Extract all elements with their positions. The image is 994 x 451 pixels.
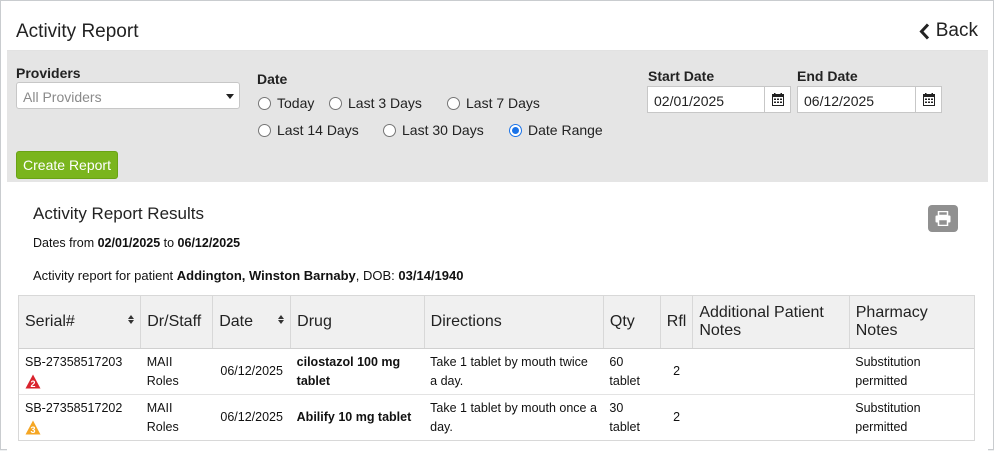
serial-number: SB-27358517203	[25, 354, 123, 369]
radio-last-7-days-indicator[interactable]	[447, 96, 460, 110]
patient-summary: Activity report for patient Addington, W…	[33, 268, 463, 283]
warning-badge-value: 2	[30, 379, 35, 389]
cell-date: 06/12/2025	[220, 363, 283, 378]
activity-report-panel: Activity Report Back Providers All Provi…	[7, 7, 988, 451]
warning-triangle-icon: 3	[25, 420, 41, 435]
cell-qty: 60 tablet	[609, 354, 640, 388]
cell-staff: MAII Roles	[140, 393, 213, 440]
column-header-drug: Drug	[290, 296, 425, 349]
radio-last-7-days[interactable]: Last 7 Days	[447, 95, 540, 111]
start-date-value[interactable]: 02/01/2025	[648, 87, 764, 112]
dates-mid: to	[160, 236, 178, 250]
end-date-field[interactable]: 06/12/2025	[797, 86, 942, 113]
radio-date-range-indicator[interactable]	[509, 123, 522, 137]
radio-last-3-days-label: Last 3 Days	[348, 95, 422, 111]
radio-last-7-days-label: Last 7 Days	[466, 95, 540, 111]
print-button[interactable]	[928, 205, 958, 232]
radio-last-3-days-indicator[interactable]	[329, 96, 342, 110]
cell-patient-notes	[692, 393, 850, 440]
dates-from: 02/01/2025	[97, 236, 161, 250]
cell-date: 06/12/2025	[212, 393, 291, 440]
start-date-calendar-button[interactable]	[764, 87, 790, 112]
chevron-left-icon	[919, 22, 929, 40]
page-title: Activity Report	[16, 21, 139, 42]
providers-label: Providers	[16, 65, 81, 81]
radio-last-14-days-label: Last 14 Days	[277, 122, 359, 138]
dob-prefix: , DOB:	[355, 268, 399, 283]
back-label: Back	[935, 20, 978, 41]
results-table: Serial# Dr/Staff Date Drug Directions Qt…	[19, 296, 974, 440]
results-title: Activity Report Results	[33, 204, 204, 223]
cell-rfl: 2	[660, 393, 693, 440]
results-table-container: Serial# Dr/Staff Date Drug Directions Qt…	[18, 295, 975, 441]
cell-pharmacy-notes: Substitution permitted	[855, 354, 921, 388]
window: Activity Report Back Providers All Provi…	[0, 0, 994, 451]
warning-badge-value: 3	[30, 425, 35, 435]
patient-name: Addington, Winston Barnaby	[176, 268, 356, 283]
sort-icon[interactable]	[128, 315, 135, 324]
create-report-button[interactable]: Create Report	[16, 151, 118, 179]
table-row[interactable]: SB-27358517202 3 MAII Roles 06/12/2025 A…	[19, 393, 974, 440]
column-header-serial-label: Serial#	[25, 312, 75, 330]
dates-to: 06/12/2025	[177, 236, 241, 250]
cell-directions: Take 1 tablet by mouth twice a day.	[430, 354, 588, 388]
column-header-rfl: Rfl	[660, 296, 694, 349]
dates-prefix: Dates from	[33, 236, 98, 250]
cell-qty: 30 tablet	[603, 393, 661, 440]
cell-staff: MAII Roles	[146, 354, 179, 388]
page-header: Activity Report Back	[7, 7, 988, 51]
radio-last-30-days-indicator[interactable]	[383, 123, 396, 137]
radio-last-14-days[interactable]: Last 14 Days	[258, 122, 359, 138]
end-date-label: End Date	[797, 68, 858, 84]
cell-rfl: 2	[673, 363, 681, 378]
radio-today[interactable]: Today	[258, 95, 314, 111]
cell-patient-notes	[693, 348, 849, 394]
radio-today-indicator[interactable]	[258, 96, 271, 110]
patient-dob: 03/14/1940	[398, 268, 464, 283]
column-header-qty: Qty	[603, 296, 661, 349]
caret-down-icon	[226, 94, 234, 99]
date-label: Date	[257, 71, 288, 87]
cell-drug: cilostazol 100 mg tablet	[296, 354, 401, 388]
results-section: Activity Report Results Dates from 02/01…	[7, 182, 988, 451]
filter-panel: Providers All Providers Date Today Last …	[7, 51, 988, 182]
column-header-pharmacy-notes: Pharmacy Notes	[849, 296, 974, 349]
start-date-field[interactable]: 02/01/2025	[647, 86, 791, 113]
table-row[interactable]: SB-27358517203 2 MAII Roles 06/12/2025 c…	[19, 348, 974, 394]
calendar-icon	[771, 93, 784, 106]
calendar-icon	[922, 93, 935, 106]
radio-last-14-days-indicator[interactable]	[258, 123, 271, 137]
column-header-dr-staff: Dr/Staff	[140, 296, 214, 349]
patient-prefix: Activity report for patient	[33, 268, 177, 283]
column-header-date-label: Date	[219, 312, 253, 330]
column-header-directions: Directions	[424, 296, 604, 349]
radio-last-3-days[interactable]: Last 3 Days	[329, 95, 422, 111]
radio-last-30-days-label: Last 30 Days	[402, 122, 484, 138]
serial-number: SB-27358517202	[25, 400, 123, 415]
start-date-label: Start Date	[648, 68, 715, 84]
providers-select[interactable]: All Providers	[16, 82, 240, 109]
end-date-calendar-button[interactable]	[915, 87, 941, 112]
cell-serial: SB-27358517203 2	[19, 348, 141, 394]
column-header-additional-patient-notes: Additional Patient Notes	[692, 296, 850, 349]
warning-triangle-icon: 2	[25, 374, 41, 389]
table-header-row: Serial# Dr/Staff Date Drug Directions Qt…	[19, 296, 974, 349]
cell-directions: Take 1 tablet by mouth once a day.	[424, 393, 604, 440]
cell-drug: Abilify 10 mg tablet	[290, 393, 425, 440]
cell-serial: SB-27358517202 3	[19, 393, 141, 440]
radio-date-range-label: Date Range	[528, 122, 603, 138]
print-icon	[935, 211, 951, 226]
radio-date-range[interactable]: Date Range	[509, 122, 603, 138]
date-range-summary: Dates from 02/01/2025 to 06/12/2025	[33, 236, 240, 250]
providers-select-value: All Providers	[23, 89, 102, 105]
cell-pharmacy-notes: Substitution permitted	[849, 393, 974, 440]
radio-last-30-days[interactable]: Last 30 Days	[383, 122, 484, 138]
column-header-serial[interactable]: Serial#	[19, 296, 142, 349]
sort-icon[interactable]	[278, 315, 285, 324]
back-button[interactable]: Back	[919, 20, 978, 42]
column-header-date[interactable]: Date	[212, 296, 292, 349]
radio-today-label: Today	[277, 95, 315, 111]
end-date-value[interactable]: 06/12/2025	[798, 87, 915, 112]
